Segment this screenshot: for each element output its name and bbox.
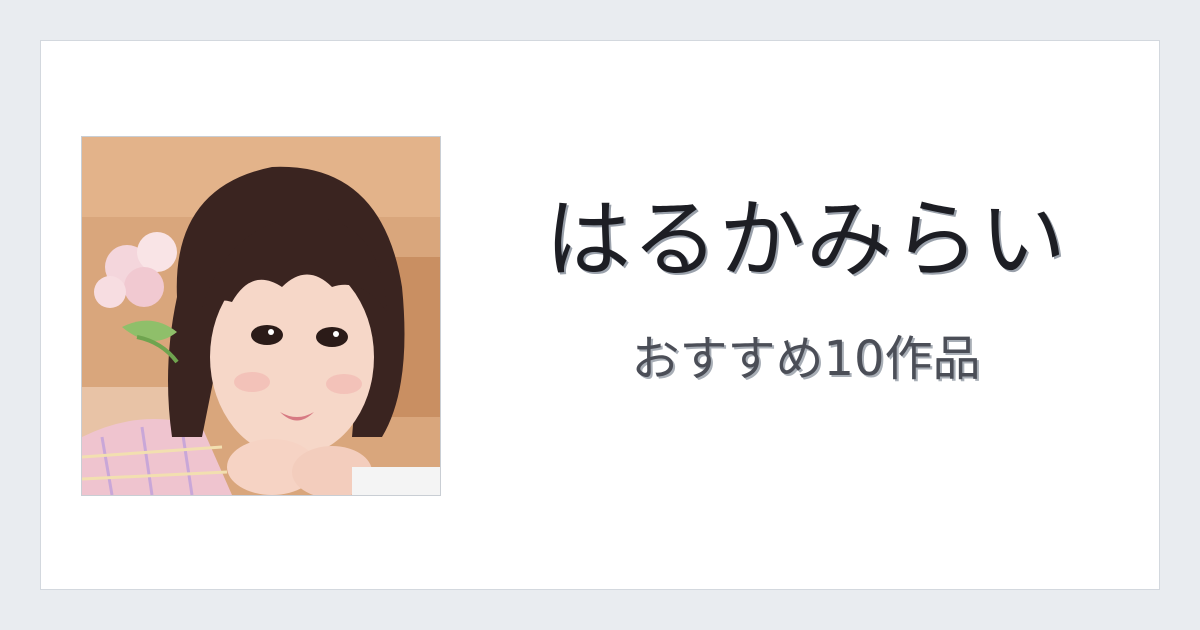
portrait-photo (81, 136, 441, 496)
og-card: はるかみらい おすすめ10作品 (40, 40, 1160, 590)
page-subtitle: おすすめ10作品 (631, 331, 981, 387)
page-title: はるかみらい (545, 190, 1067, 290)
